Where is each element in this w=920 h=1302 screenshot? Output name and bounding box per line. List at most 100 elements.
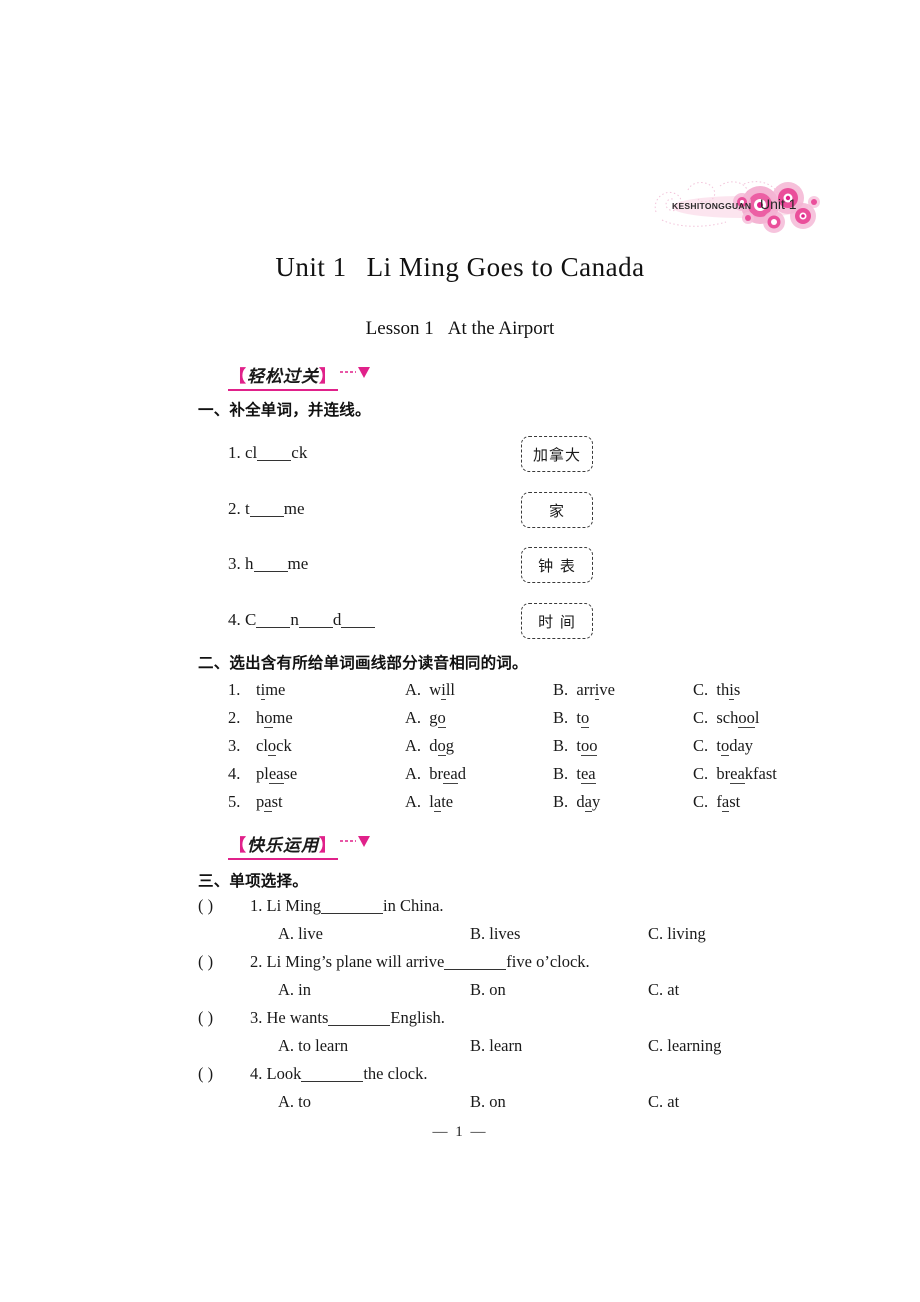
badge2-open-bracket: 【 — [229, 836, 247, 856]
match-box-2[interactable]: 家 — [521, 492, 593, 528]
ex2-row-1-number: 1. — [228, 680, 241, 699]
mc-option-2-b[interactable]: B. on — [470, 980, 506, 1000]
section2-heading: 二、选出含有所给单词画线部分读音相同的词。 — [198, 654, 528, 672]
ex1-item-2-number: 2. — [228, 499, 241, 518]
badge-open-bracket: 【 — [229, 367, 247, 387]
ex2-row-1-option-a[interactable]: A. will — [405, 680, 455, 700]
ex1-item-3-number: 3. — [228, 554, 241, 573]
ex1-item-1-pre: cl — [245, 443, 258, 462]
ex1-item-1-number: 1. — [228, 443, 241, 462]
mc-blank-3[interactable] — [328, 1011, 391, 1026]
mc-option-4-c[interactable]: C. at — [648, 1092, 679, 1112]
badge-easy-pass: 【轻松过关】 — [228, 362, 370, 391]
ex1-item-3-post: me — [287, 554, 309, 573]
worksheet-page: KESHITONGGUAN Unit 1 Unit 1 Li Ming Goes … — [0, 0, 920, 1302]
logo-wordmark: KESHITONGGUAN — [672, 201, 752, 211]
ex2-row-4-option-b[interactable]: B. tea — [553, 764, 596, 784]
ex2-row-4-option-c[interactable]: C. breakfast — [693, 764, 777, 784]
mc-blank-1[interactable] — [321, 899, 384, 914]
ex1-item-3-pre: h — [245, 554, 254, 573]
badge-easy-pass-label: 轻松过关 — [247, 367, 319, 387]
ex2-row-2-word: home — [256, 708, 293, 728]
ex2-row-3-option-c[interactable]: C. today — [693, 736, 753, 756]
ex2-row-5-option-a[interactable]: A. late — [405, 792, 453, 812]
mc-blank-4[interactable] — [301, 1067, 364, 1082]
mc-option-1-c[interactable]: C. living — [648, 924, 706, 944]
mc-answer-paren-4[interactable]: ( ) — [198, 1064, 213, 1084]
ex1-item-2-post: me — [283, 499, 305, 518]
unit-logo: KESHITONGGUAN Unit 1 — [648, 172, 820, 238]
mc-answer-paren-1[interactable]: ( ) — [198, 896, 213, 916]
mc-question-2-stem: 2. Li Ming’s plane will arrive five o’clo… — [250, 952, 590, 971]
mc-option-1-b[interactable]: B. lives — [470, 924, 520, 944]
ex1-item-3-blank[interactable] — [253, 556, 288, 572]
ex1-item-4-mid1: n — [290, 610, 299, 629]
ex2-row-5-option-b[interactable]: B. day — [553, 792, 600, 812]
mc-question-1-stem: 1. Li Ming in China. — [250, 896, 444, 915]
ex1-item-4-blank-1[interactable] — [256, 612, 291, 628]
ex2-row-2-option-a[interactable]: A. go — [405, 708, 446, 728]
ex2-row-3-option-a[interactable]: A. dog — [405, 736, 454, 756]
ex1-item-4-number: 4. — [228, 610, 241, 629]
ex2-row-3-word: clock — [256, 736, 292, 756]
badge-happy-use: 【快乐运用】 — [228, 831, 370, 860]
lesson-title: Lesson 1 At the Airport — [0, 318, 920, 340]
ex2-row-2-option-b[interactable]: B. to — [553, 708, 590, 728]
mc-option-3-c[interactable]: C. learning — [648, 1036, 721, 1056]
ex2-row-1-word: time — [256, 680, 286, 700]
section3-heading: 三、单项选择。 — [198, 872, 308, 890]
ex2-row-2-number: 2. — [228, 708, 241, 727]
ex2-row-3-number: 3. — [228, 736, 241, 755]
mc-option-4-b[interactable]: B. on — [470, 1092, 506, 1112]
lesson-title-name: At the Airport — [447, 318, 555, 339]
mc-option-3-a[interactable]: A. to learn — [278, 1036, 348, 1056]
ex2-row-2-option-c[interactable]: C. school — [693, 708, 759, 728]
unit-title-number: Unit 1 — [275, 252, 347, 282]
lesson-title-number: Lesson 1 — [365, 318, 434, 339]
ex1-item-4: 4. Cn d — [228, 610, 376, 630]
badge-happy-use-text: 【快乐运用】 — [228, 831, 338, 860]
mc-option-3-b[interactable]: B. learn — [470, 1036, 522, 1056]
ex1-item-4-blank-3[interactable] — [341, 612, 376, 628]
ex1-item-3: 3. h me — [228, 554, 308, 574]
ex1-item-2: 2. t me — [228, 499, 305, 519]
ex1-item-1: 1. cl ck — [228, 443, 307, 463]
mc-option-1-a[interactable]: A. live — [278, 924, 323, 944]
section1-heading: 一、补全单词，并连线。 — [198, 401, 371, 419]
badge-arrow-icon — [340, 365, 370, 386]
match-box-3[interactable]: 钟 表 — [521, 547, 593, 583]
ex1-item-2-blank[interactable] — [249, 501, 284, 517]
ex2-row-3-option-b[interactable]: B. too — [553, 736, 598, 756]
badge-happy-use-label: 快乐运用 — [247, 836, 319, 856]
ex2-row-5-word: past — [256, 792, 283, 812]
match-box-4[interactable]: 时 间 — [521, 603, 593, 639]
ex2-row-5-option-c[interactable]: C. fast — [693, 792, 740, 812]
mc-blank-2[interactable] — [444, 955, 507, 970]
mc-answer-paren-3[interactable]: ( ) — [198, 1008, 213, 1028]
badge2-arrow-icon — [340, 834, 370, 855]
ex1-item-4-blank-2[interactable] — [298, 612, 333, 628]
mc-answer-paren-2[interactable]: ( ) — [198, 952, 213, 972]
ex1-item-1-post: ck — [291, 443, 308, 462]
logo-unit-label: Unit 1 — [760, 196, 797, 212]
ex2-row-4-option-a[interactable]: A. bread — [405, 764, 466, 784]
ex2-row-1-option-c[interactable]: C. this — [693, 680, 740, 700]
mc-option-4-a[interactable]: A. to — [278, 1092, 311, 1112]
ex1-item-4-pre: C — [245, 610, 257, 629]
ex2-row-1-option-b[interactable]: B. arrive — [553, 680, 615, 700]
mc-option-2-a[interactable]: A. in — [278, 980, 311, 1000]
unit-title: Unit 1 Li Ming Goes to Canada — [0, 252, 920, 283]
badge-easy-pass-text: 【轻松过关】 — [228, 362, 338, 391]
ex1-item-4-mid2: d — [332, 610, 342, 629]
unit-title-name: Li Ming Goes to Canada — [366, 252, 645, 282]
mc-option-2-c[interactable]: C. at — [648, 980, 679, 1000]
mc-question-4-stem: 4. Look the clock. — [250, 1064, 428, 1083]
ex1-item-1-blank[interactable] — [257, 445, 292, 461]
mc-question-3-stem: 3. He wants English. — [250, 1008, 445, 1027]
ex2-row-4-number: 4. — [228, 764, 241, 783]
match-box-1[interactable]: 加拿大 — [521, 436, 593, 472]
badge-close-bracket: 】 — [319, 367, 337, 387]
ex2-row-4-word: please — [256, 764, 298, 784]
page-number: — 1 — — [432, 1124, 488, 1140]
badge2-close-bracket: 】 — [319, 836, 337, 856]
